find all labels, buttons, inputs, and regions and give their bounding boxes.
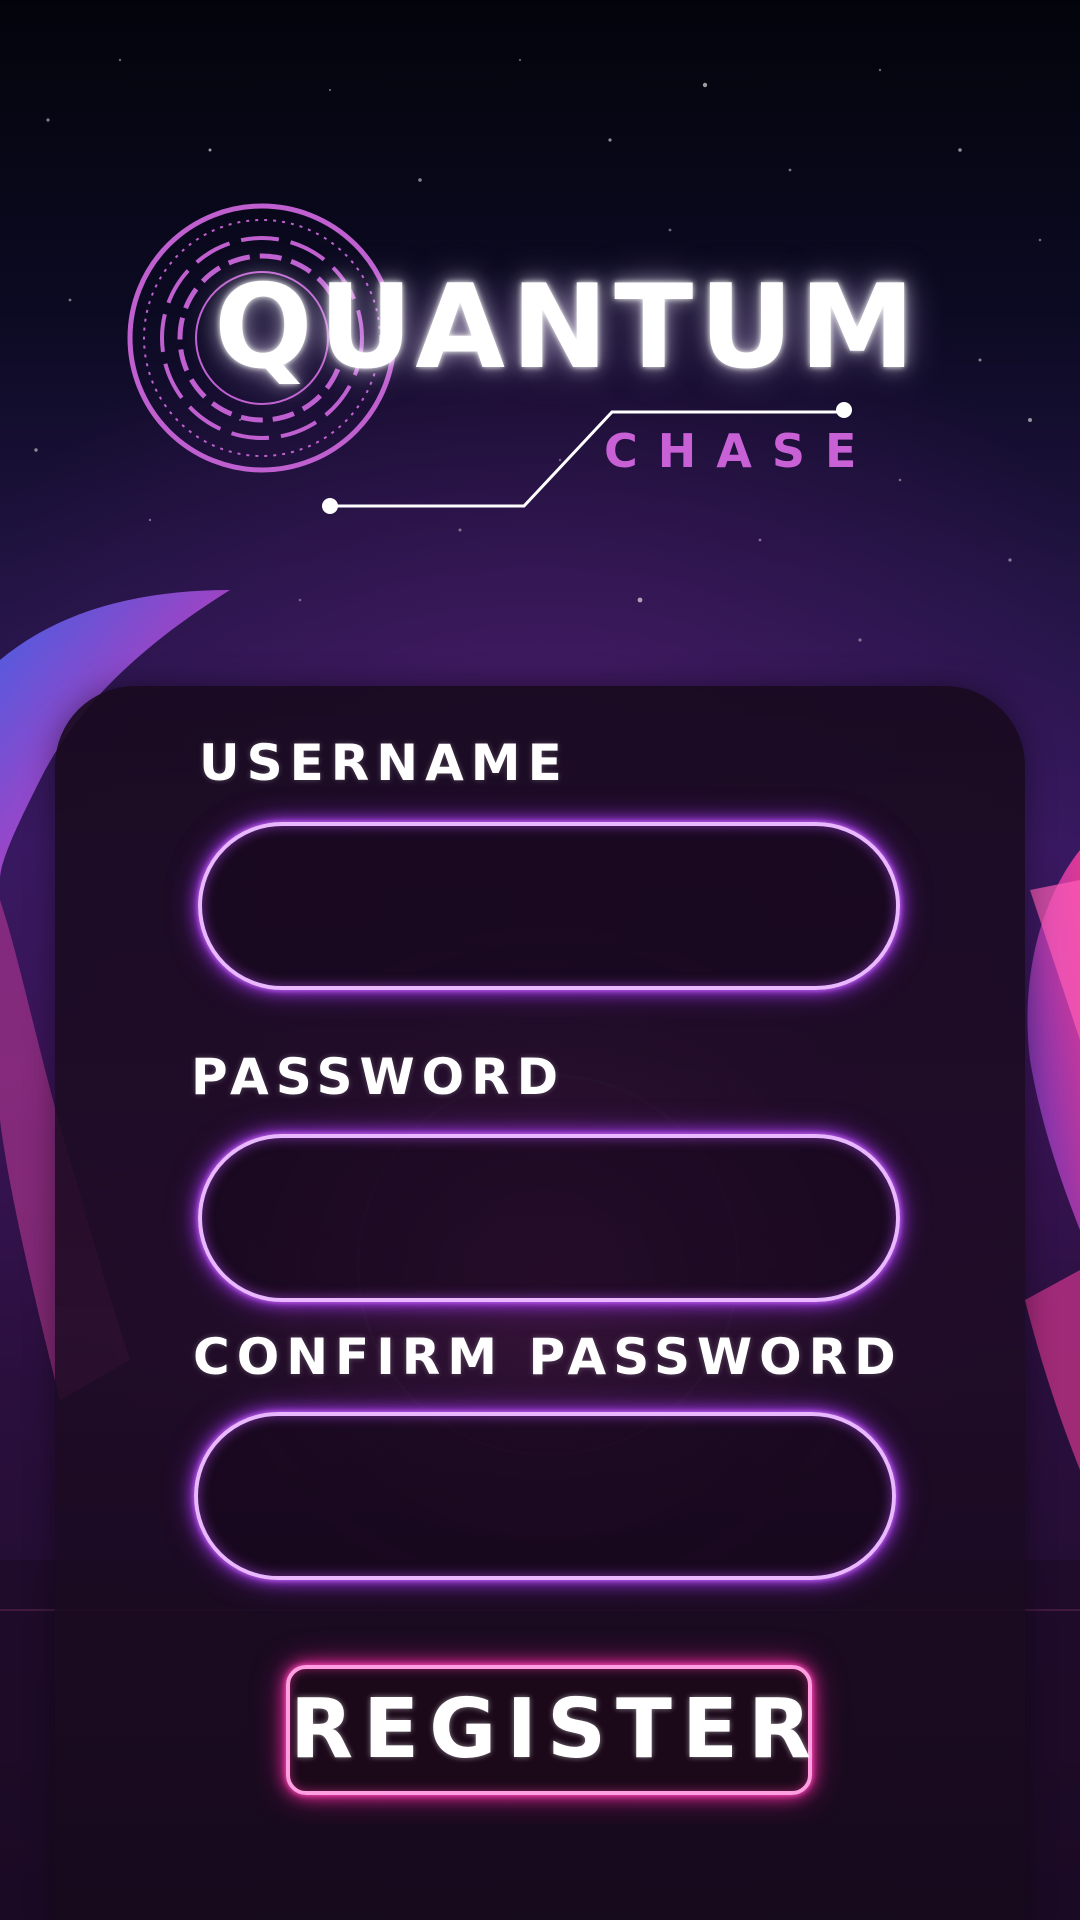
register-screen: QUANTUM CHASE USERNAME PASSWORD CONFIRM … bbox=[0, 0, 1080, 1920]
password-label: PASSWORD bbox=[191, 1048, 566, 1106]
password-input[interactable] bbox=[198, 1134, 900, 1302]
confirm-password-input[interactable] bbox=[194, 1412, 896, 1580]
app-title: QUANTUM bbox=[214, 260, 921, 395]
confirm-password-label: CONFIRM PASSWORD bbox=[193, 1328, 903, 1386]
register-button[interactable]: REGISTER bbox=[286, 1665, 812, 1795]
logo: QUANTUM CHASE bbox=[0, 0, 1080, 560]
username-label: USERNAME bbox=[199, 734, 569, 792]
app-subtitle: CHASE bbox=[604, 424, 877, 478]
username-input[interactable] bbox=[198, 822, 900, 990]
